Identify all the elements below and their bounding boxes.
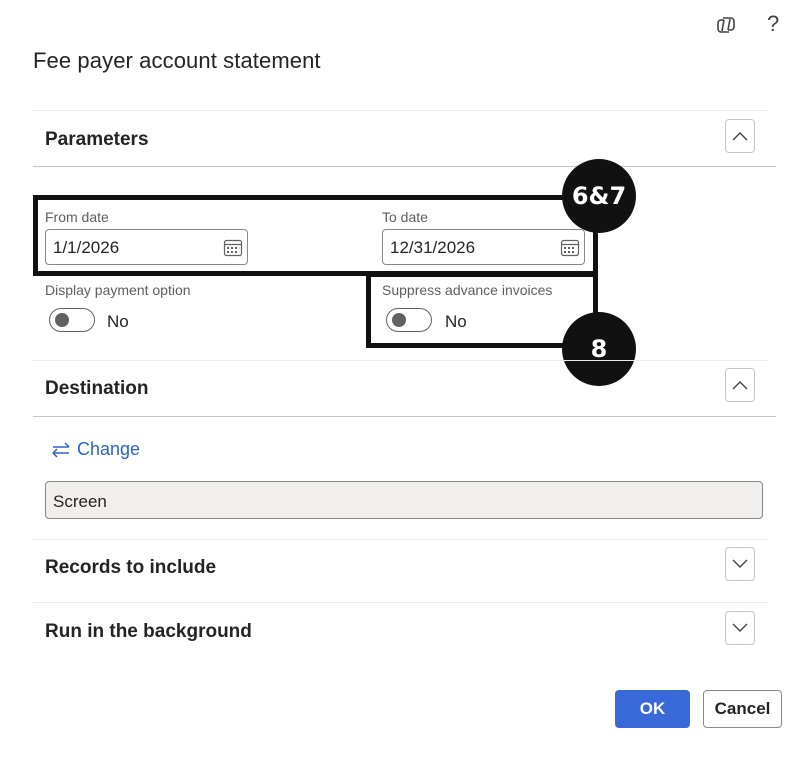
chevron-down-icon	[732, 559, 748, 568]
chevron-up-icon	[732, 132, 748, 141]
swap-arrows-icon	[52, 441, 70, 458]
parameters-section-title[interactable]: Parameters	[45, 129, 149, 151]
destination-collapse-button[interactable]	[725, 368, 755, 402]
ok-button[interactable]: OK	[615, 690, 690, 728]
change-link-label: Change	[77, 439, 141, 459]
section-separator	[33, 602, 768, 603]
cancel-button[interactable]: Cancel	[703, 690, 782, 728]
dates-callout-box	[33, 195, 598, 276]
background-section-title[interactable]: Run in the background	[45, 621, 252, 643]
records-expand-button[interactable]	[725, 547, 755, 581]
toggle-knob	[55, 313, 69, 327]
destination-section-title[interactable]: Destination	[45, 378, 148, 400]
copilot-icon[interactable]	[715, 14, 737, 40]
records-section-title[interactable]: Records to include	[45, 557, 216, 579]
chevron-up-icon	[732, 381, 748, 390]
display-payment-option-label: Display payment option	[45, 282, 191, 298]
section-separator	[33, 539, 768, 540]
display-payment-option-toggle[interactable]	[49, 308, 95, 332]
section-separator	[33, 360, 768, 361]
help-icon[interactable]: ?	[767, 13, 779, 35]
destination-divider	[33, 416, 776, 417]
destination-value-field: Screen	[45, 481, 763, 519]
display-payment-option-value: No	[107, 312, 129, 331]
parameters-divider	[33, 166, 776, 167]
dates-callout-badge: 6&7	[562, 159, 636, 233]
chevron-down-icon	[732, 623, 748, 632]
dialog-title: Fee payer account statement	[33, 48, 321, 73]
change-destination-link[interactable]: Change	[51, 439, 140, 460]
background-expand-button[interactable]	[725, 611, 755, 645]
suppress-callout-badge: 8	[562, 312, 636, 386]
section-separator	[33, 110, 768, 111]
destination-value: Screen	[53, 492, 107, 511]
parameters-collapse-button[interactable]	[725, 119, 755, 153]
